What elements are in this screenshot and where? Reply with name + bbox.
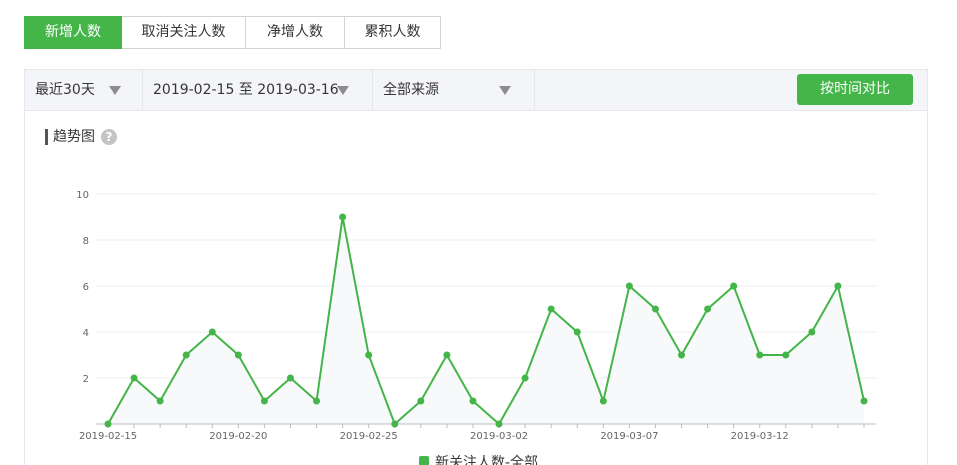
legend-swatch [419,456,429,465]
data-point [756,351,764,359]
y-tick-label: 6 [83,282,89,293]
data-point [313,397,321,405]
data-point [286,374,294,382]
data-point [625,282,633,290]
y-tick-label: 2 [83,374,89,385]
x-tick-label: 2019-03-12 [731,431,789,442]
data-point [208,328,216,336]
data-point [704,305,712,313]
x-tick-label: 2019-02-15 [79,431,137,442]
y-tick-label: 4 [83,328,89,339]
data-point [469,397,477,405]
data-point [730,282,738,290]
trend-chart: 2 4 6 8 10 2019-02-15 2019-02-20 2019-02-25 2019… [76,190,876,465]
data-point [182,351,190,359]
data-point [547,305,555,313]
data-point [234,351,242,359]
data-point [678,351,686,359]
data-point [521,374,529,382]
x-tick-label: 2019-03-07 [600,431,658,442]
data-point [104,420,112,428]
data-point [860,397,868,405]
data-point [339,213,347,221]
y-tick-label: 8 [83,236,89,247]
x-tick-label: 2019-02-25 [340,431,398,442]
x-tick-label: 2019-03-02 [470,431,528,442]
data-point [808,328,816,336]
data-point [495,420,503,428]
data-point [599,397,607,405]
data-point [573,328,581,336]
data-point [834,282,842,290]
data-point [651,305,659,313]
data-point [130,374,138,382]
data-point [391,420,399,428]
x-tick-label: 2019-02-20 [209,431,267,442]
legend-label: 新关注人数-全部 [435,454,538,465]
series-area [108,217,864,424]
y-tick-label: 10 [76,190,89,201]
data-point [417,397,425,405]
data-point [156,397,164,405]
data-point [443,351,451,359]
data-point [782,351,790,359]
data-point [365,351,373,359]
data-point [260,397,268,405]
